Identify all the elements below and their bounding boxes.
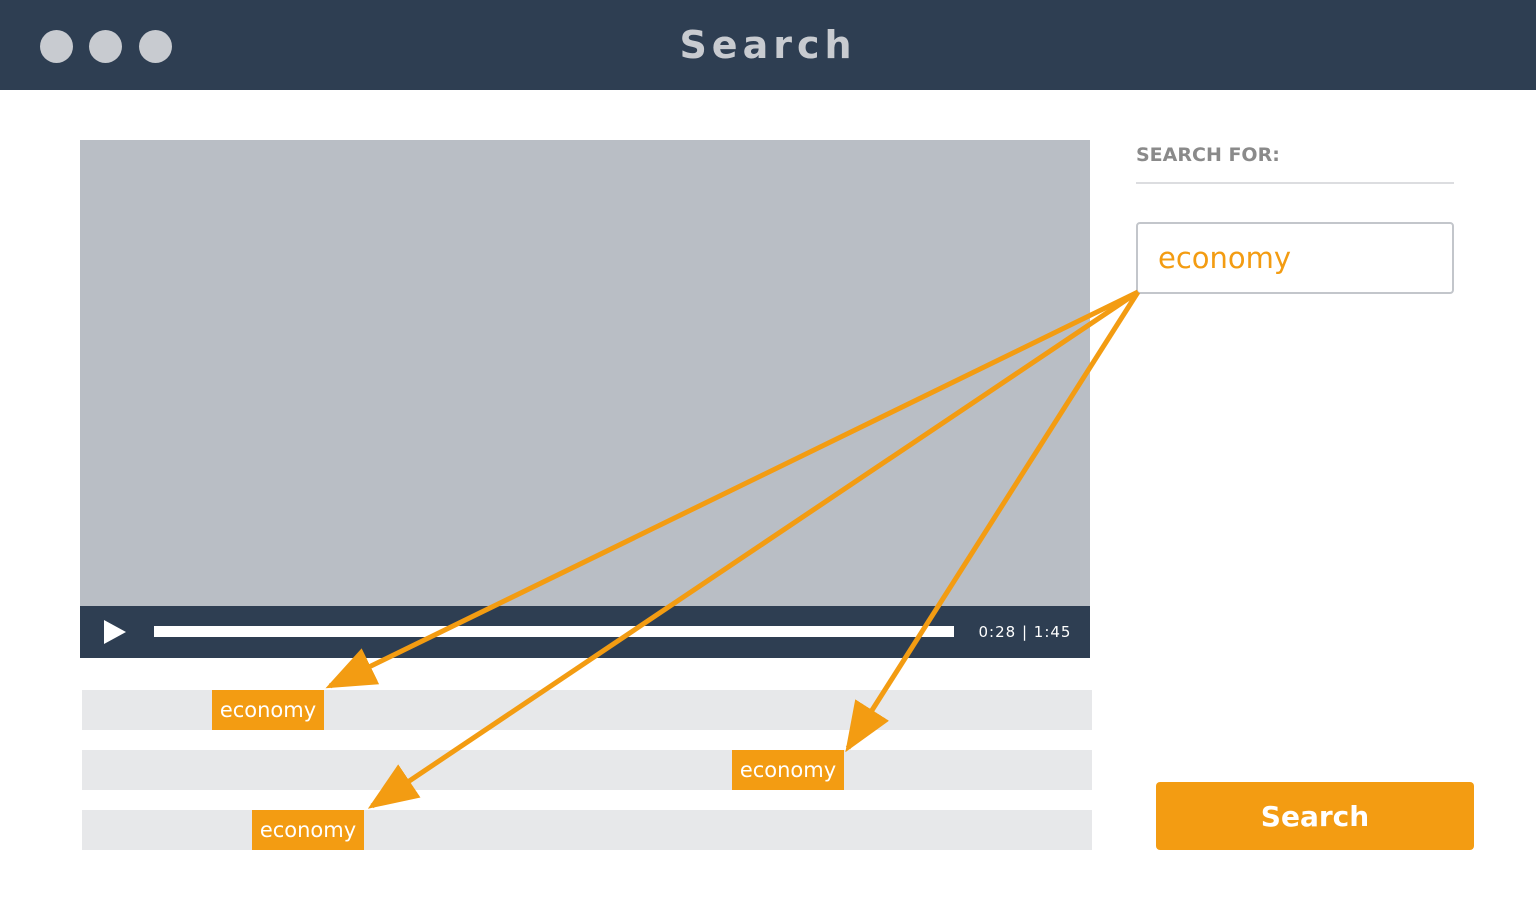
player-controls: 0:28 | 1:45 (80, 606, 1090, 658)
result-track: economy (82, 810, 1092, 850)
search-button[interactable]: Search (1156, 782, 1474, 850)
search-for-label: SEARCH FOR: (1136, 144, 1280, 166)
keyword-match-tag[interactable]: economy (252, 810, 364, 850)
keyword-match-tag[interactable]: economy (212, 690, 324, 730)
result-track: economy (82, 690, 1092, 730)
title-bar: Search (0, 0, 1536, 90)
search-input[interactable] (1136, 222, 1454, 294)
play-icon[interactable] (104, 620, 126, 644)
video-frame[interactable] (80, 140, 1090, 606)
time-readout: 0:28 | 1:45 (978, 623, 1072, 641)
window-title: Search (679, 23, 857, 67)
result-track: economy (82, 750, 1092, 790)
progress-bar[interactable] (154, 626, 954, 637)
divider (1136, 182, 1454, 184)
keyword-match-tag[interactable]: economy (732, 750, 844, 790)
